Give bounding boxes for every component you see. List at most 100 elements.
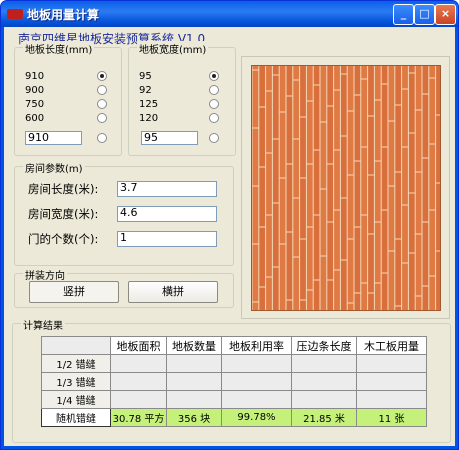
table-row: 1/4 错缝 xyxy=(41,390,427,409)
plank-column xyxy=(435,66,440,310)
result-utilization: 99.78% xyxy=(221,408,292,427)
plank-column xyxy=(258,66,266,310)
length-option-label: 600 xyxy=(25,113,45,124)
plank-column xyxy=(272,66,280,310)
plank-column xyxy=(279,66,286,310)
table-cell xyxy=(356,354,427,373)
table-row: 随机错缝 30.78 平方 356 块 99.78% 21.85 米 11 张 xyxy=(41,408,427,427)
room-params-group: 房间参数(m) 房间长度(米): 3.7 房间宽度(米): 4.6 门的个数(个… xyxy=(14,160,234,266)
table-cell xyxy=(291,390,357,409)
plank-column xyxy=(320,66,327,310)
table-row: 1/2 错缝 xyxy=(41,354,427,373)
vertical-layout-button[interactable]: 竖拼 xyxy=(29,281,119,303)
plank-column xyxy=(394,66,402,310)
table-cell xyxy=(166,354,222,373)
results-table: 地板面积 地板数量 地板利用率 压边条长度 木工板用量 1/2 错缝 1/3 错… xyxy=(41,336,427,427)
room-width-label: 房间宽度(米): xyxy=(28,207,99,221)
result-floor-area: 30.78 平方 xyxy=(110,408,167,427)
plank-column xyxy=(306,66,314,310)
width-option-92-radio[interactable] xyxy=(209,85,219,95)
floor-preview-panel xyxy=(241,56,450,319)
width-option-label: 120 xyxy=(139,113,159,124)
room-length-input[interactable]: 3.7 xyxy=(117,181,217,197)
plank-column xyxy=(367,66,375,310)
table-cell xyxy=(356,372,427,391)
result-floor-count: 356 块 xyxy=(166,408,222,427)
window-title: 地板用量计算 xyxy=(27,8,100,22)
plank-column xyxy=(340,66,348,310)
table-cell xyxy=(291,354,357,373)
custom-width-input[interactable]: 95 xyxy=(141,131,198,145)
plank-column xyxy=(265,66,273,310)
floor-width-legend: 地板宽度(mm) xyxy=(137,41,209,56)
table-cell xyxy=(110,390,167,409)
client-area: 南京四维星地板安装预算系统 V1.0 地板长度(mm) 910 900 750 … xyxy=(4,27,455,446)
room-width-input[interactable]: 4.6 xyxy=(117,206,217,222)
table-cell xyxy=(110,354,167,373)
header-floor-area: 地板面积 xyxy=(110,336,167,355)
minimize-button[interactable]: _ xyxy=(393,4,414,25)
row-label-third-stagger[interactable]: 1/3 错缝 xyxy=(41,372,111,391)
maximize-button[interactable]: □ xyxy=(414,4,435,25)
length-option-label: 900 xyxy=(25,85,45,96)
door-count-input[interactable]: 1 xyxy=(117,231,217,247)
room-params-legend: 房间参数(m) xyxy=(23,160,85,175)
plank-column xyxy=(428,66,436,310)
direction-group: 拼装方向 竖拼 横拼 xyxy=(14,267,234,308)
width-option-95-radio[interactable] xyxy=(209,71,219,81)
plank-column xyxy=(347,66,354,310)
plank-column xyxy=(333,66,341,310)
floor-length-legend: 地板长度(mm) xyxy=(23,41,95,56)
width-option-125-radio[interactable] xyxy=(209,99,219,109)
floor-length-group: 地板长度(mm) 910 900 750 600 910 xyxy=(14,41,122,156)
plank-column xyxy=(299,66,307,310)
plank-column xyxy=(326,66,334,310)
length-option-750-radio[interactable] xyxy=(97,99,107,109)
table-cell xyxy=(221,390,292,409)
table-cell xyxy=(291,372,357,391)
header-utilization: 地板利用率 xyxy=(221,336,292,355)
length-option-label: 910 xyxy=(25,71,45,82)
horizontal-layout-button[interactable]: 横拼 xyxy=(128,281,218,303)
app-window: 地板用量计算 _ □ × 南京四维星地板安装预算系统 V1.0 地板长度(mm)… xyxy=(0,0,459,450)
header-floor-count: 地板数量 xyxy=(166,336,222,355)
length-option-label: 750 xyxy=(25,99,45,110)
table-cell xyxy=(221,372,292,391)
close-button[interactable]: × xyxy=(435,4,456,25)
length-option-900-radio[interactable] xyxy=(97,85,107,95)
app-icon xyxy=(7,9,23,19)
title-bar[interactable]: 地板用量计算 _ □ × xyxy=(1,1,458,27)
header-plywood-usage: 木工板用量 xyxy=(356,336,427,355)
width-option-label: 95 xyxy=(139,71,152,82)
row-label-random-stagger[interactable]: 随机错缝 xyxy=(41,408,111,427)
table-corner xyxy=(41,336,111,355)
width-option-120-radio[interactable] xyxy=(209,113,219,123)
plank-column xyxy=(313,66,320,310)
custom-width-radio[interactable] xyxy=(209,133,219,143)
table-cell xyxy=(221,354,292,373)
floor-width-group: 地板宽度(mm) 95 92 125 120 95 xyxy=(128,41,236,156)
plank-column xyxy=(388,66,395,310)
length-option-910-radio[interactable] xyxy=(97,71,107,81)
row-label-quarter-stagger[interactable]: 1/4 错缝 xyxy=(41,390,111,409)
length-option-600-radio[interactable] xyxy=(97,113,107,123)
table-row: 1/3 错缝 xyxy=(41,372,427,391)
table-cell xyxy=(166,390,222,409)
custom-length-input[interactable]: 910 xyxy=(25,131,82,145)
plank-column xyxy=(422,66,429,310)
plank-column xyxy=(408,66,416,310)
plank-column xyxy=(252,66,259,310)
custom-length-radio[interactable] xyxy=(97,133,107,143)
plank-column xyxy=(401,66,409,310)
width-option-label: 92 xyxy=(139,85,152,96)
plank-column xyxy=(360,66,368,310)
result-edge-strip-length: 21.85 米 xyxy=(291,408,357,427)
plank-column xyxy=(374,66,382,310)
direction-legend: 拼装方向 xyxy=(23,267,67,282)
row-label-half-stagger[interactable]: 1/2 错缝 xyxy=(41,354,111,373)
table-cell xyxy=(356,390,427,409)
room-length-label: 房间长度(米): xyxy=(28,182,99,196)
table-cell xyxy=(166,372,222,391)
floor-layout-preview xyxy=(251,65,441,311)
plank-column xyxy=(286,66,293,310)
